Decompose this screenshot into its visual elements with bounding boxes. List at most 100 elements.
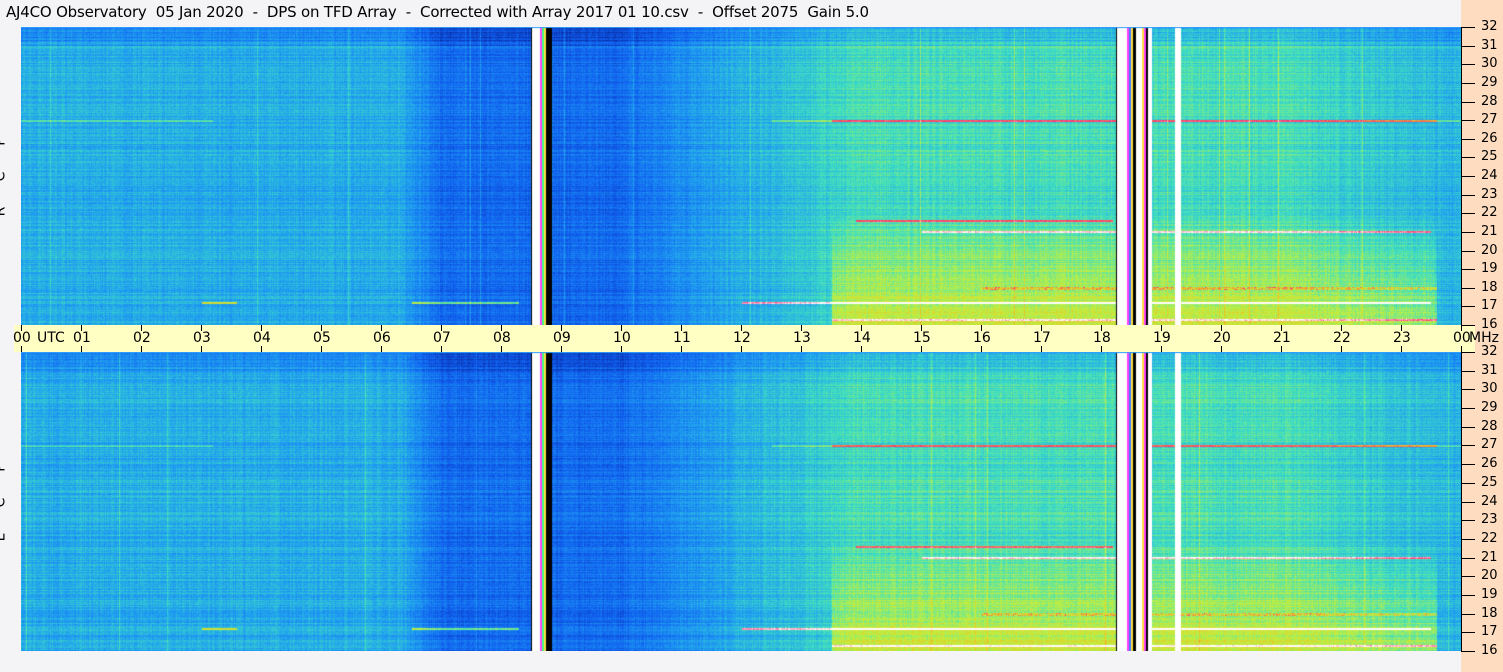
lcp-spectrogram: [21, 352, 1461, 651]
time-tick-label: 18: [1093, 330, 1111, 346]
freq-axis-line: [1461, 27, 1462, 325]
freq-tick: [1461, 557, 1475, 559]
lcp-label: P C L: [0, 450, 18, 555]
time-tick-label: 08: [493, 330, 511, 346]
freq-tick: [1461, 576, 1475, 578]
time-tick-label: 02: [133, 330, 151, 346]
time-tick: [1161, 346, 1162, 352]
time-tick: [1221, 346, 1222, 352]
freq-tick-label: 19: [1481, 261, 1498, 277]
time-tick: [1281, 346, 1282, 352]
freq-tick: [1461, 45, 1475, 47]
time-tick: [81, 346, 82, 352]
freq-tick: [1461, 520, 1475, 522]
time-tick-label: 07: [433, 330, 451, 346]
freq-tick: [1461, 176, 1475, 177]
freq-tick-label: 16: [1481, 643, 1498, 658]
freq-tick: [1461, 138, 1475, 140]
freq-tick-label: 18: [1481, 605, 1498, 621]
time-tick: [981, 346, 982, 352]
freq-tick-label: 24: [1481, 168, 1498, 183]
time-tick-label: 16: [973, 330, 991, 346]
freq-tick-label: 23: [1481, 512, 1498, 528]
freq-tick: [1461, 27, 1475, 28]
freq-tick: [1461, 632, 1475, 634]
time-tick-label: 14: [853, 330, 871, 346]
time-tick-label: 00: [13, 330, 31, 346]
time-tick: [141, 346, 142, 352]
freq-tick: [1461, 445, 1475, 447]
pol-letter: P: [0, 134, 28, 150]
freq-tick-label: 32: [1481, 344, 1498, 359]
freq-tick: [1461, 594, 1475, 596]
pol-letter: L: [0, 530, 28, 546]
time-tick: [381, 346, 382, 352]
freq-tick-label: 31: [1481, 37, 1498, 53]
freq-tick-label: 27: [1481, 437, 1498, 453]
time-tick-label: 12: [733, 330, 751, 346]
time-tick: [681, 346, 682, 352]
freq-tick-label: 18: [1481, 279, 1498, 295]
time-tick-label: 19: [1153, 330, 1171, 346]
freq-tick-label: 22: [1481, 530, 1498, 546]
freq-tick: [1461, 287, 1475, 289]
pol-letter: C: [0, 495, 28, 511]
pol-letter: P: [0, 460, 28, 476]
freq-tick-label: 29: [1481, 400, 1498, 416]
freq-tick-label: 21: [1481, 223, 1498, 239]
freq-tick: [1461, 120, 1475, 122]
time-tick-label: 23: [1393, 330, 1411, 346]
freq-tick-label: 32: [1481, 19, 1498, 34]
freq-tick-label: 24: [1481, 493, 1498, 509]
freq-tick: [1461, 426, 1475, 428]
freq-tick: [1461, 370, 1475, 372]
time-tick: [561, 346, 562, 352]
time-tick-label: 22: [1333, 330, 1351, 346]
time-tick-label: 20: [1213, 330, 1231, 346]
freq-axis-line: [1461, 352, 1462, 651]
time-tick: [201, 346, 202, 352]
time-tick: [801, 346, 802, 352]
chart-title: AJ4CO Observatory 05 Jan 2020 - DPS on T…: [6, 3, 869, 21]
freq-tick: [1461, 613, 1475, 615]
freq-tick: [1461, 651, 1475, 652]
time-tick-label: 03: [193, 330, 211, 346]
freq-tick-label: 27: [1481, 112, 1498, 128]
freq-tick: [1461, 64, 1475, 66]
time-tick: [921, 346, 922, 352]
time-tick-label: 04: [253, 330, 271, 346]
time-tick-label: 06: [373, 330, 391, 346]
time-tick-label: 15: [913, 330, 931, 346]
time-tick: [861, 346, 862, 352]
time-tick: [1101, 346, 1102, 352]
freq-tick: [1461, 82, 1475, 84]
freq-tick: [1461, 231, 1475, 233]
freq-tick-label: 22: [1481, 205, 1498, 221]
freq-tick: [1461, 501, 1475, 503]
freq-tick: [1461, 157, 1475, 159]
freq-tick-label: 28: [1481, 93, 1498, 109]
pol-letter: R: [0, 204, 28, 220]
time-tick-label: 01: [73, 330, 91, 346]
time-tick: [501, 346, 502, 352]
freq-tick-label: 28: [1481, 418, 1498, 434]
freq-tick: [1461, 325, 1475, 326]
freq-tick: [1461, 389, 1475, 391]
freq-tick-label: 17: [1481, 624, 1498, 640]
time-tick: [21, 346, 22, 352]
freq-tick-label: 29: [1481, 74, 1498, 90]
freq-tick: [1461, 538, 1475, 540]
freq-tick: [1461, 464, 1475, 466]
freq-tick-label: 26: [1481, 456, 1498, 472]
freq-tick-label: 25: [1481, 474, 1498, 490]
time-tick: [1341, 346, 1342, 352]
time-tick: [1041, 346, 1042, 352]
time-tick-label: 17: [1033, 330, 1051, 346]
pol-letter: C: [0, 169, 28, 185]
freq-tick: [1461, 194, 1475, 196]
rcp-label: P C R: [0, 124, 18, 229]
time-tick: [261, 346, 262, 352]
rcp-spectrogram: [21, 27, 1461, 325]
time-tick: [321, 346, 322, 352]
freq-tick: [1461, 269, 1475, 271]
